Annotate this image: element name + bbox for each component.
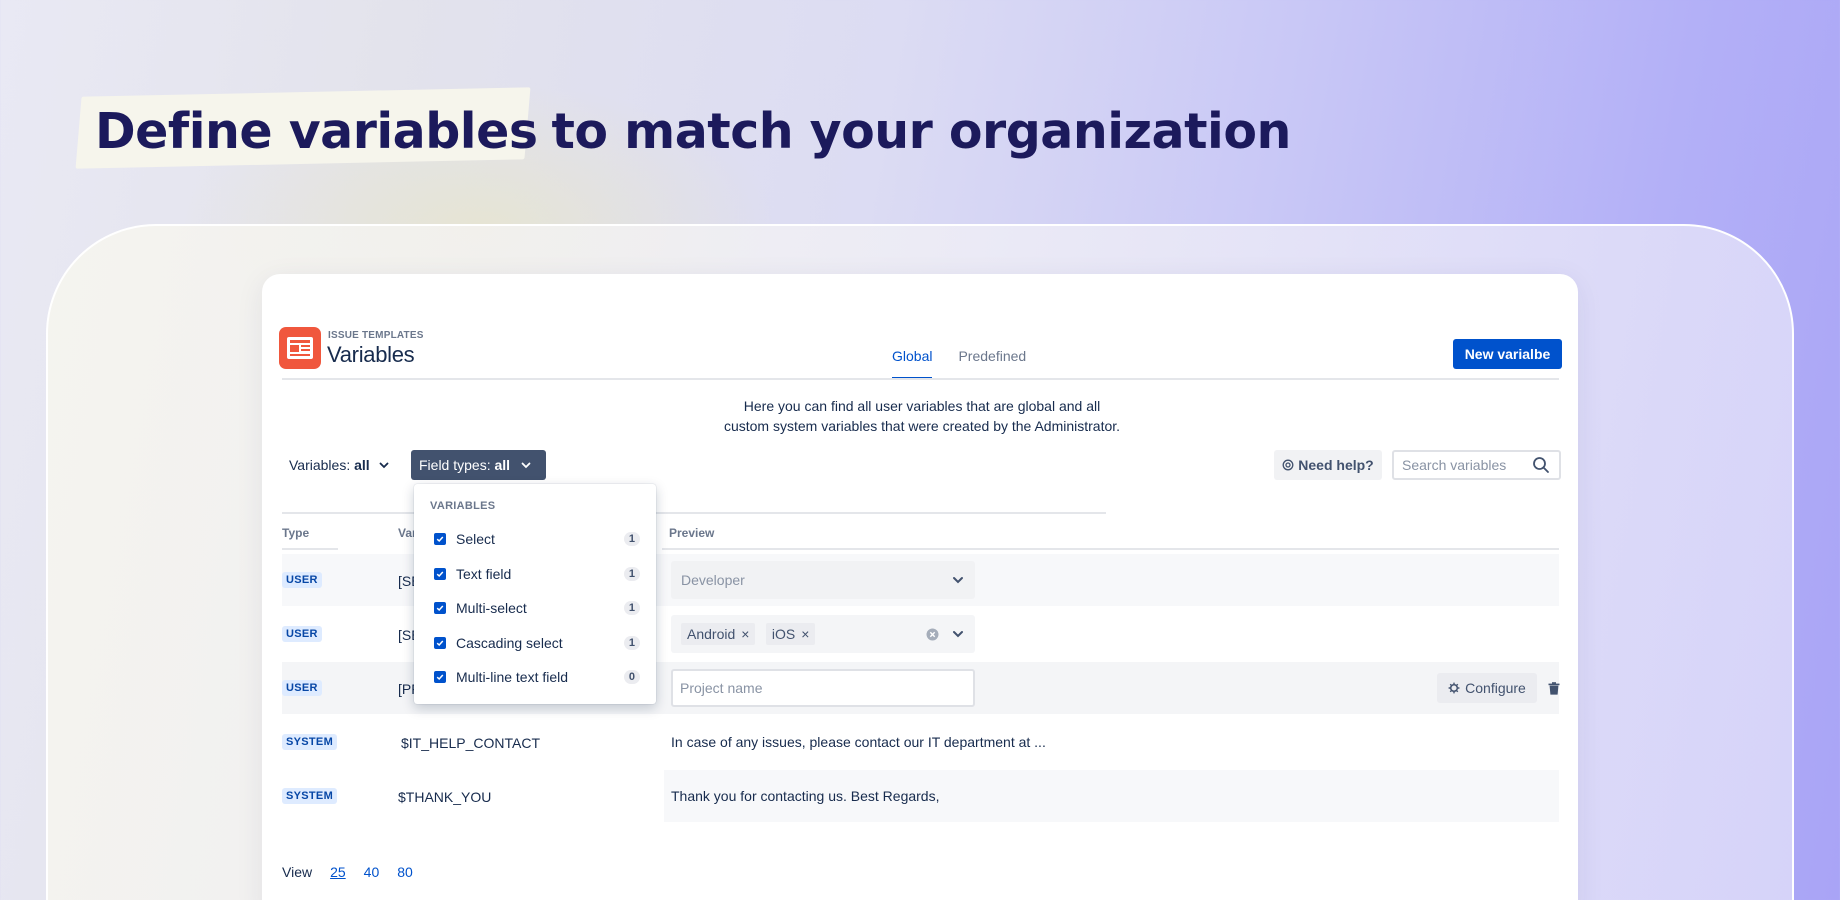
- header-divider: [282, 378, 1559, 380]
- page-size-40[interactable]: 40: [364, 864, 380, 880]
- dropdown-item-select[interactable]: Select 1: [414, 522, 656, 557]
- type-badge: USER: [282, 626, 322, 642]
- page-title: Variables: [327, 342, 415, 367]
- dropdown-item-label: Cascading select: [456, 634, 563, 651]
- column-header-preview: Preview: [669, 526, 715, 540]
- count-badge: 1: [623, 601, 640, 616]
- tab-global[interactable]: Global: [892, 348, 933, 379]
- type-badge: SYSTEM: [282, 734, 338, 750]
- page-description: Here you can find all user variables tha…: [682, 396, 1162, 436]
- remove-icon[interactable]: ×: [801, 626, 809, 642]
- variables-filter[interactable]: Variables: all: [289, 457, 390, 473]
- app-subtitle: ISSUE TEMPLATES: [328, 330, 424, 341]
- chip-android: Android ×: [681, 623, 756, 645]
- issue-templates-logo-icon: [279, 327, 321, 369]
- checkbox-checked-icon[interactable]: [434, 636, 446, 649]
- variables-filter-label: Variables: all: [289, 457, 370, 473]
- pagination: View 25 40 80: [282, 864, 413, 880]
- column-header-type: Type: [282, 526, 310, 540]
- field-types-filter-label: Field types: all: [419, 457, 511, 473]
- checkbox-checked-icon[interactable]: [434, 567, 446, 580]
- dropdown-item-label: Multi-select: [456, 600, 527, 617]
- field-types-filter[interactable]: Field types: all: [411, 450, 547, 480]
- header-underline: [662, 548, 1559, 550]
- tab-bar: Global Predefined: [892, 348, 1026, 379]
- dropdown-item-label: Select: [456, 531, 495, 548]
- headline-rest: to match your organization: [551, 102, 1292, 160]
- search-input[interactable]: [1402, 457, 1532, 473]
- clear-icon[interactable]: [926, 628, 939, 641]
- help-icon: [1282, 459, 1294, 471]
- dropdown-item-text-field[interactable]: Text field 1: [414, 557, 656, 592]
- variable-name: $IT_HELP_CONTACT: [401, 735, 540, 751]
- tab-predefined[interactable]: Predefined: [958, 348, 1026, 379]
- need-help-button[interactable]: Need help?: [1274, 450, 1382, 480]
- trash-icon: [1548, 681, 1560, 695]
- header-underline: [282, 548, 338, 550]
- variable-name: $THANK_YOU: [398, 789, 492, 805]
- app-card: ISSUE TEMPLATES Variables Global Predefi…: [262, 274, 1578, 900]
- headline-highlight: Define variables: [95, 102, 538, 160]
- count-badge: 1: [623, 635, 640, 650]
- dropdown-heading: VARIABLES: [430, 500, 496, 512]
- field-types-dropdown: VARIABLES Select 1 Text field 1 Multi-se…: [414, 484, 656, 704]
- checkbox-checked-icon[interactable]: [434, 671, 446, 684]
- preview-text: In case of any issues, please contact ou…: [671, 734, 1046, 750]
- count-badge: 1: [623, 532, 640, 547]
- search-box: [1392, 450, 1561, 480]
- configure-label: Configure: [1465, 680, 1526, 696]
- chevron-down-icon: [953, 577, 963, 584]
- chevron-down-icon: [521, 462, 531, 469]
- description-line-2: custom system variables that were create…: [723, 418, 1121, 434]
- type-badge: USER: [282, 572, 322, 588]
- need-help-label: Need help?: [1298, 457, 1374, 473]
- preview-select[interactable]: Developer: [671, 561, 975, 599]
- remove-icon[interactable]: ×: [741, 626, 749, 642]
- dropdown-item-label: Text field: [456, 565, 512, 582]
- chip-ios: iOS ×: [765, 623, 816, 645]
- checkbox-checked-icon[interactable]: [434, 533, 446, 546]
- new-variable-button[interactable]: New varialbe: [1453, 339, 1562, 369]
- chevron-down-icon: [953, 631, 963, 638]
- checkbox-checked-icon[interactable]: [434, 602, 446, 615]
- type-badge: SYSTEM: [282, 788, 338, 804]
- type-badge: USER: [282, 680, 322, 696]
- table-row[interactable]: SYSTEM $IT_HELP_CONTACT In case of any i…: [282, 716, 1559, 768]
- search-icon[interactable]: [1532, 456, 1550, 474]
- configure-button[interactable]: Configure: [1437, 673, 1537, 703]
- selected-chips: Android × iOS ×: [681, 623, 821, 645]
- page-size-80[interactable]: 80: [397, 864, 413, 880]
- gear-icon: [1448, 682, 1460, 694]
- dropdown-item-label: Multi-line text field: [456, 669, 569, 686]
- filter-divider: [282, 512, 1106, 514]
- preview-text-input[interactable]: Project name: [671, 669, 975, 707]
- page-headline: Define variables to match your organizat…: [75, 87, 1292, 169]
- dropdown-item-multi-line-text-field[interactable]: Multi-line text field 0: [414, 660, 656, 695]
- select-placeholder: Developer: [681, 572, 745, 588]
- chevron-down-icon: [379, 462, 389, 469]
- preview-multiselect[interactable]: Android × iOS ×: [671, 615, 975, 653]
- delete-button[interactable]: [1543, 677, 1565, 699]
- count-badge: 1: [623, 566, 640, 581]
- page-size-25[interactable]: 25: [330, 864, 346, 880]
- description-line-1: Here you can find all user variables tha…: [743, 398, 1101, 414]
- dropdown-item-multi-select[interactable]: Multi-select 1: [414, 591, 656, 626]
- preview-text: Thank you for contacting us. Best Regard…: [671, 788, 940, 804]
- pager-label: View: [282, 864, 313, 880]
- dropdown-item-cascading-select[interactable]: Cascading select 1: [414, 626, 656, 661]
- count-badge: 0: [623, 670, 640, 685]
- table-row[interactable]: SYSTEM $THANK_YOU Thank you for contacti…: [282, 770, 1559, 822]
